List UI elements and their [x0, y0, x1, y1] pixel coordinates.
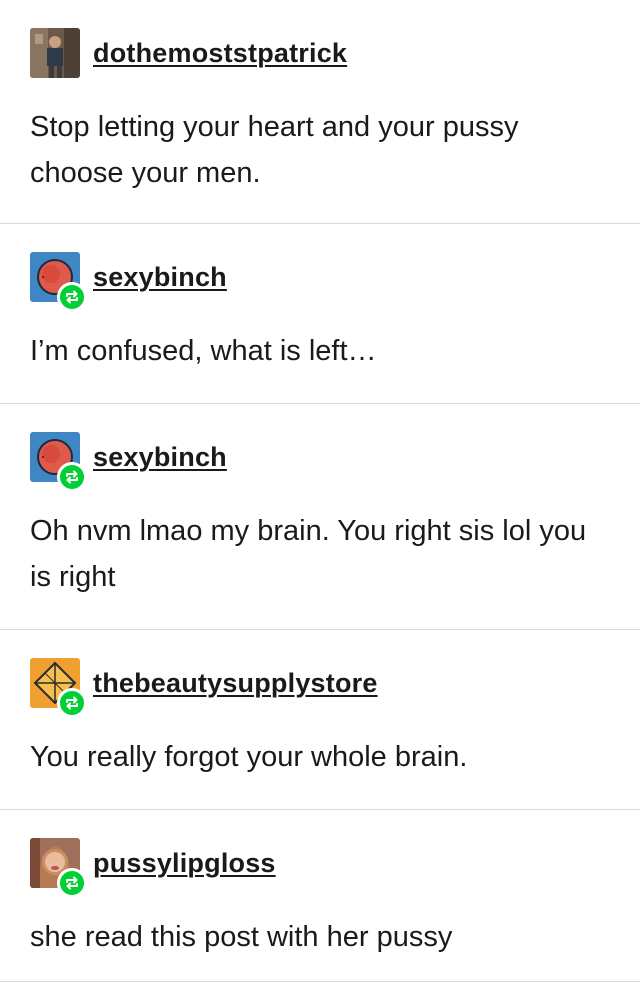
username-link[interactable]: thebeautysupplystore: [93, 668, 378, 699]
reblog-icon: [57, 868, 87, 898]
post-text: You really forgot your whole brain.: [30, 741, 468, 773]
post: dothemoststpatrick Stop letting your hea…: [0, 0, 640, 224]
username-link[interactable]: dothemoststpatrick: [93, 38, 347, 69]
username-link[interactable]: sexybinch: [93, 442, 227, 473]
post-header: dothemoststpatrick: [30, 28, 347, 78]
avatar[interactable]: [30, 252, 87, 312]
post-text: Stop letting your heart and your pussy c…: [30, 111, 519, 189]
post: thebeautysupplystore You really forgot y…: [0, 630, 640, 810]
reblog-icon: [57, 688, 87, 718]
reblog-icon: [57, 282, 87, 312]
post-header: thebeautysupplystore: [30, 658, 378, 718]
username-link[interactable]: sexybinch: [93, 262, 227, 293]
avatar[interactable]: [30, 658, 87, 718]
photo-avatar: [30, 28, 80, 78]
post: sexybinch I’m confused, what is left…: [0, 224, 640, 404]
post-header: sexybinch: [30, 252, 227, 312]
avatar[interactable]: [30, 838, 87, 898]
avatar[interactable]: [30, 28, 80, 78]
post-text: she read this post with her pussy: [30, 921, 453, 953]
post: sexybinch Oh nvm lmao my brain. You righ…: [0, 404, 640, 630]
username-link[interactable]: pussylipgloss: [93, 848, 276, 879]
post-text: I’m confused, what is left…: [30, 335, 377, 367]
post: pussylipgloss she read this post with he…: [0, 810, 640, 982]
post-header: sexybinch: [30, 432, 227, 492]
post-header: pussylipgloss: [30, 838, 276, 898]
post-text: Oh nvm lmao my brain. You right sis lol …: [30, 515, 587, 593]
reblog-icon: [57, 462, 87, 492]
avatar[interactable]: [30, 432, 87, 492]
